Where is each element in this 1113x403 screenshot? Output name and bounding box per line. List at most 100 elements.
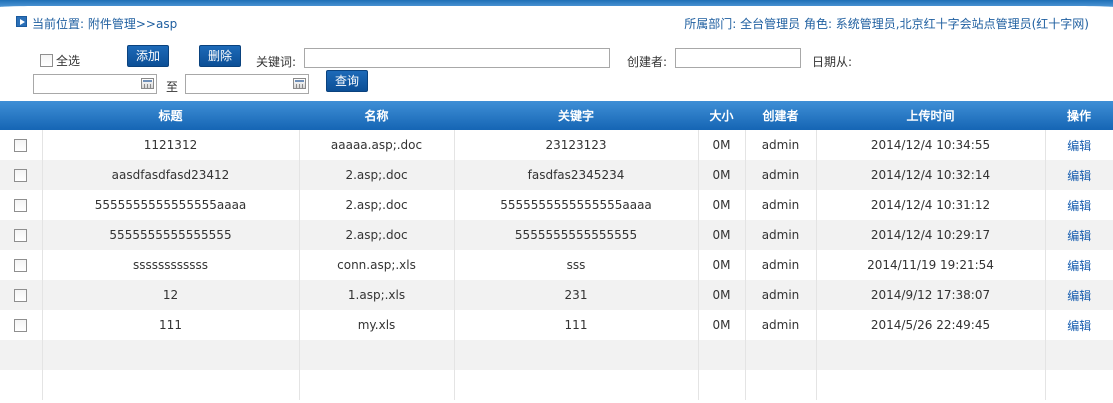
column-header-action: 操作 — [1045, 101, 1113, 130]
cell-upload-time — [816, 340, 1046, 370]
cell-action: 编辑 — [1045, 130, 1113, 160]
cell-upload-time: 2014/12/4 10:29:17 — [816, 220, 1046, 250]
cell-name: 2.asp;.doc — [299, 160, 455, 190]
cell-action: 编辑 — [1045, 220, 1113, 250]
calendar-icon[interactable] — [293, 78, 306, 89]
keyword-input[interactable] — [304, 48, 610, 68]
attachment-table: 标题 名称 关键字 大小 创建者 上传时间 操作 1121312 aaaaa.as… — [0, 101, 1113, 400]
cell-creator: admin — [745, 310, 817, 340]
date-to-input[interactable] — [185, 74, 309, 94]
cell-name — [299, 340, 455, 370]
row-checkbox[interactable] — [14, 169, 28, 182]
cell-size — [698, 340, 746, 370]
cell-title: 1121312 — [42, 130, 300, 160]
select-all-checkbox[interactable] — [40, 54, 53, 67]
cell-creator — [745, 340, 817, 370]
cell-name: my.xls — [299, 310, 455, 340]
column-header-upload-time[interactable]: 上传时间 — [816, 101, 1045, 130]
creator-label: 创建者: — [627, 55, 668, 69]
edit-link[interactable]: 编辑 — [1067, 259, 1091, 273]
table-row: 5555555555555555 2.asp;.doc 55555555555555… — [0, 220, 1113, 250]
cell-select — [0, 160, 43, 190]
cell-keyword — [454, 340, 699, 370]
user-department-role: 所属部门: 全台管理员 角色: 系统管理员,北京红十字会站点管理员(红十字网) — [684, 17, 1089, 31]
row-checkbox[interactable] — [14, 289, 28, 302]
cell-title — [42, 370, 300, 400]
cell-name: aaaaa.asp;.doc — [299, 130, 455, 160]
cell-size: 0M — [698, 250, 746, 280]
column-header-keyword[interactable]: 关键字 — [454, 101, 698, 130]
cell-title — [42, 340, 300, 370]
add-button[interactable]: 添加 — [127, 45, 169, 67]
table-header-row: 标题 名称 关键字 大小 创建者 上传时间 操作 — [0, 101, 1113, 130]
cell-upload-time: 2014/9/12 17:38:07 — [816, 280, 1046, 310]
play-square-icon — [16, 16, 27, 27]
row-checkbox[interactable] — [14, 259, 28, 272]
cell-select — [0, 130, 43, 160]
cell-name — [299, 370, 455, 400]
cell-upload-time: 2014/12/4 10:31:12 — [816, 190, 1046, 220]
table-body: 1121312 aaaaa.asp;.doc 23123123 0M admin 2014… — [0, 130, 1113, 400]
column-header-size[interactable]: 大小 — [698, 101, 745, 130]
column-header-title[interactable]: 标题 — [42, 101, 299, 130]
row-checkbox[interactable] — [14, 199, 28, 212]
cell-title: aasdfasdfasd23412 — [42, 160, 300, 190]
calendar-icon[interactable] — [141, 78, 154, 89]
table-row: 111 my.xls 111 0M admin 2014/5/26 22:49:45 编辑 — [0, 310, 1113, 340]
cell-creator: admin — [745, 250, 817, 280]
search-toolbar: 全选 添加 删除 关键词: 创建者: 日期从: 至 查询 — [0, 42, 1113, 98]
cell-size: 0M — [698, 190, 746, 220]
cell-keyword: fasdfas2345234 — [454, 160, 699, 190]
cell-size: 0M — [698, 310, 746, 340]
table-row: 12 1.asp;.xls 231 0M admin 2014/9/12 17:38:07… — [0, 280, 1113, 310]
cell-select — [0, 340, 43, 370]
edit-link[interactable]: 编辑 — [1067, 169, 1091, 183]
edit-link[interactable]: 编辑 — [1067, 229, 1091, 243]
cell-keyword: sss — [454, 250, 699, 280]
edit-link[interactable]: 编辑 — [1067, 319, 1091, 333]
breadcrumb: 当前位置: 附件管理>>asp — [32, 17, 178, 31]
cell-upload-time — [816, 370, 1046, 400]
cell-select — [0, 220, 43, 250]
creator-input[interactable] — [675, 48, 801, 68]
top-banner-strip — [0, 0, 1113, 9]
cell-upload-time: 2014/12/4 10:34:55 — [816, 130, 1046, 160]
select-all[interactable]: 全选 — [37, 52, 80, 69]
row-checkbox[interactable] — [14, 319, 28, 332]
edit-link[interactable]: 编辑 — [1067, 139, 1091, 153]
row-checkbox[interactable] — [14, 229, 28, 242]
cell-size — [698, 370, 746, 400]
column-header-select — [0, 101, 42, 130]
cell-title: 5555555555555555aaaa — [42, 190, 300, 220]
cell-title: 5555555555555555 — [42, 220, 300, 250]
row-checkbox[interactable] — [14, 139, 28, 152]
delete-button[interactable]: 删除 — [199, 45, 241, 67]
table-row: 5555555555555555aaaa 2.asp;.doc 5555555555… — [0, 190, 1113, 220]
cell-size: 0M — [698, 130, 746, 160]
cell-upload-time: 2014/5/26 22:49:45 — [816, 310, 1046, 340]
cell-size: 0M — [698, 280, 746, 310]
column-header-name[interactable]: 名称 — [299, 101, 454, 130]
cell-action — [1045, 340, 1113, 370]
cell-keyword — [454, 370, 699, 400]
cell-action: 编辑 — [1045, 160, 1113, 190]
cell-action: 编辑 — [1045, 250, 1113, 280]
cell-keyword: 231 — [454, 280, 699, 310]
cell-action — [1045, 370, 1113, 400]
cell-creator: admin — [745, 130, 817, 160]
column-header-creator[interactable]: 创建者 — [745, 101, 816, 130]
date-to-label: 至 — [166, 80, 179, 94]
cell-name: 2.asp;.doc — [299, 220, 455, 250]
cell-name: 1.asp;.xls — [299, 280, 455, 310]
edit-link[interactable]: 编辑 — [1067, 289, 1091, 303]
date-from-label: 日期从: — [812, 55, 853, 69]
edit-link[interactable]: 编辑 — [1067, 199, 1091, 213]
date-from-input[interactable] — [33, 74, 157, 94]
cell-size: 0M — [698, 220, 746, 250]
cell-action: 编辑 — [1045, 190, 1113, 220]
cell-select — [0, 280, 43, 310]
cell-select — [0, 250, 43, 280]
cell-keyword: 5555555555555555aaaa — [454, 190, 699, 220]
cell-keyword: 23123123 — [454, 130, 699, 160]
query-button[interactable]: 查询 — [326, 70, 368, 92]
